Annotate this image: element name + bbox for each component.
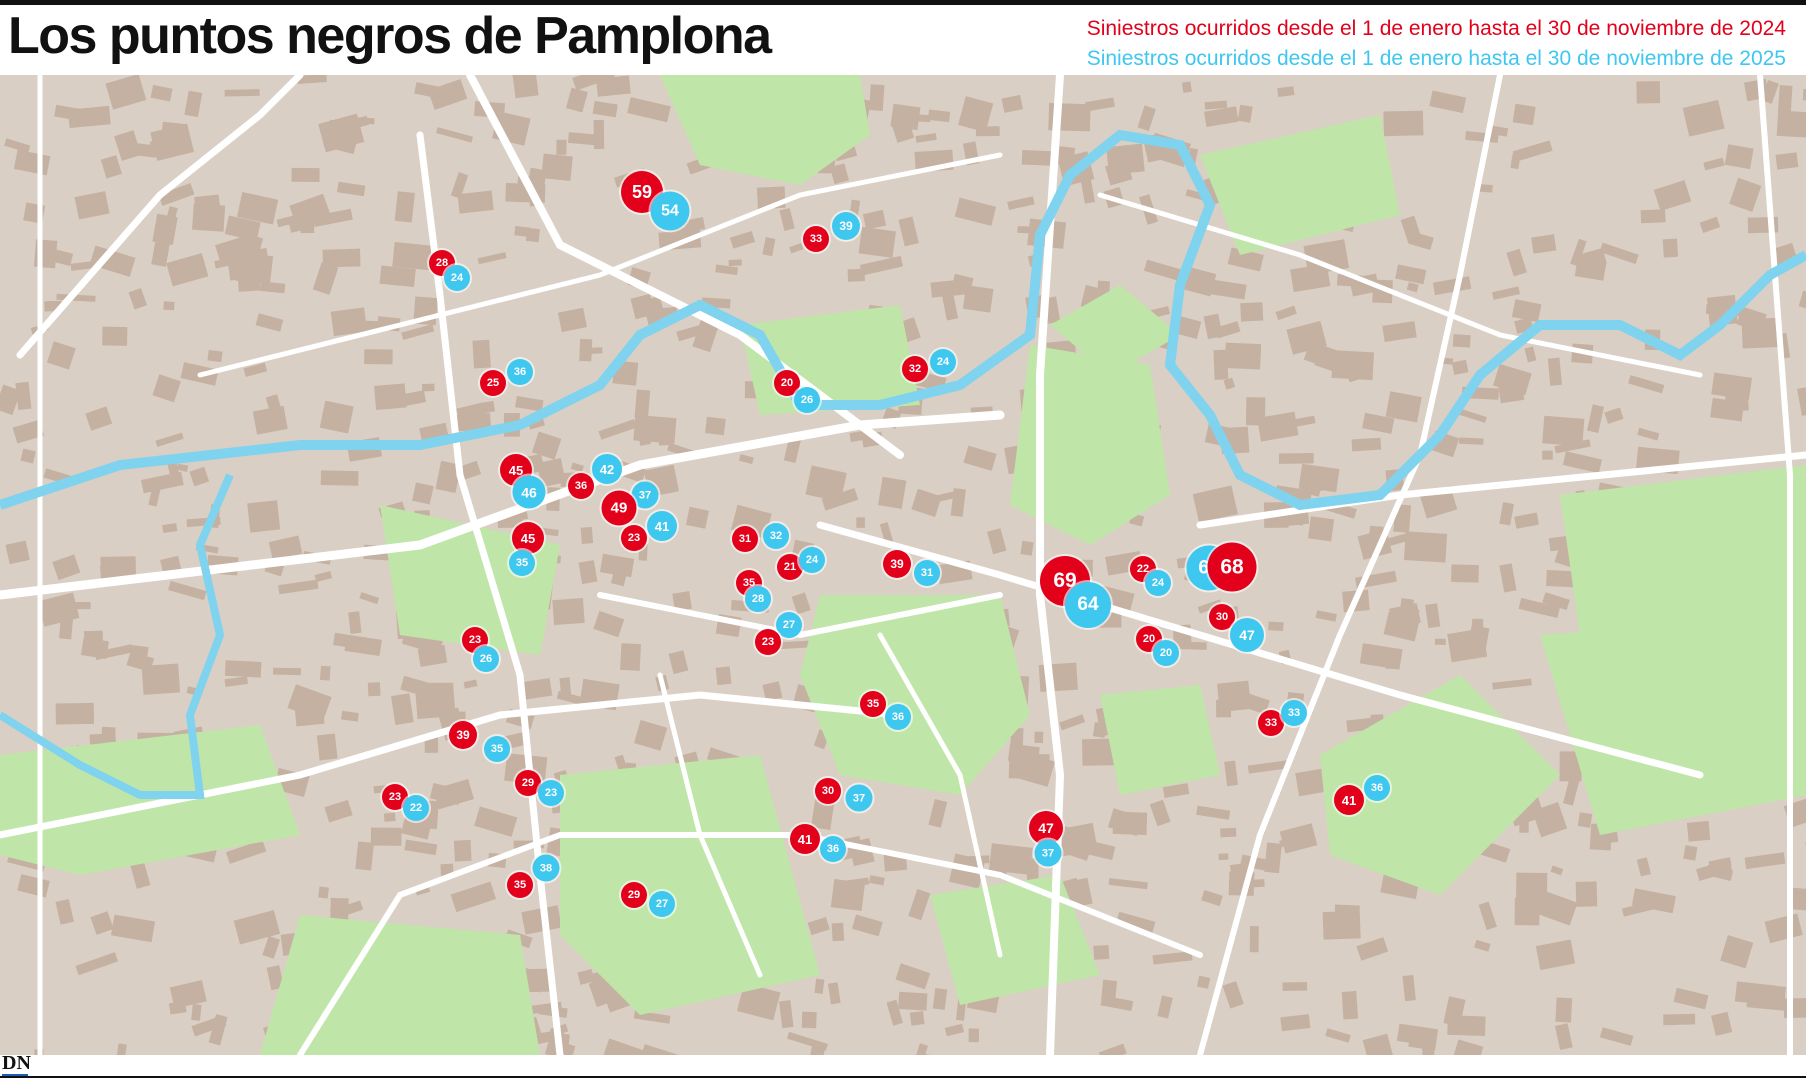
marker-2025[interactable]: 35	[509, 550, 535, 576]
marker-2025[interactable]: 32	[763, 523, 789, 549]
marker-2025[interactable]: 41	[647, 511, 677, 541]
legend: Siniestros ocurridos desde el 1 de enero…	[1087, 14, 1786, 74]
map-title: Los puntos negros de Pamplona	[8, 7, 772, 65]
marker-2025[interactable]: 24	[444, 265, 470, 291]
marker-2025[interactable]: 27	[649, 891, 675, 917]
marker-2024[interactable]: 36	[568, 473, 594, 499]
marker-2024[interactable]: 68	[1207, 542, 1257, 592]
marker-2025[interactable]: 42	[592, 454, 622, 484]
marker-2025[interactable]: 47	[1230, 618, 1264, 652]
marker-2025[interactable]: 46	[512, 475, 546, 509]
marker-2025[interactable]: 37	[845, 784, 873, 812]
marker-2024[interactable]: 33	[803, 226, 829, 252]
marker-2025[interactable]: 36	[1364, 775, 1390, 801]
marker-2025[interactable]: 37	[1034, 839, 1062, 867]
marker-2025[interactable]: 26	[473, 646, 499, 672]
marker-2024[interactable]: 25	[480, 370, 506, 396]
marker-2024[interactable]: 35	[507, 872, 533, 898]
marker-2025[interactable]: 27	[776, 612, 802, 638]
accident-markers: 59 54 33 39 28 24 25 36 20 26 32 24 45 4…	[0, 75, 1806, 1055]
marker-2024[interactable]: 32	[902, 356, 928, 382]
dn-logo: DN	[2, 1052, 31, 1074]
marker-2025[interactable]: 20	[1153, 640, 1179, 666]
marker-2024[interactable]: 23	[621, 525, 647, 551]
marker-2025[interactable]: 23	[538, 780, 564, 806]
marker-2025[interactable]: 31	[914, 560, 940, 586]
marker-2024[interactable]: 23	[755, 629, 781, 655]
top-rule	[0, 0, 1806, 5]
marker-2025[interactable]: 64	[1065, 582, 1111, 628]
marker-2025[interactable]: 26	[794, 387, 820, 413]
marker-2024[interactable]: 39	[449, 721, 477, 749]
footer-rule	[0, 1076, 1806, 1078]
marker-2024[interactable]: 35	[860, 691, 886, 717]
marker-2025[interactable]: 24	[930, 349, 956, 375]
marker-2025[interactable]: 28	[745, 586, 771, 612]
marker-2024[interactable]: 30	[815, 778, 841, 804]
marker-2025[interactable]: 39	[832, 212, 860, 240]
city-map[interactable]: 59 54 33 39 28 24 25 36 20 26 32 24 45 4…	[0, 75, 1806, 1055]
marker-2024[interactable]: 41	[1334, 785, 1364, 815]
marker-2025[interactable]: 36	[885, 704, 911, 730]
marker-2024[interactable]: 49	[601, 490, 637, 526]
marker-2024[interactable]: 39	[883, 550, 911, 578]
marker-2025[interactable]: 33	[1281, 700, 1307, 726]
legend-entry-2025: Siniestros ocurridos desde el 1 de enero…	[1086, 47, 1786, 70]
marker-2024[interactable]: 29	[621, 882, 647, 908]
marker-2025[interactable]: 36	[507, 359, 533, 385]
marker-2025[interactable]: 22	[403, 795, 429, 821]
marker-2024[interactable]: 45	[512, 522, 544, 554]
marker-2025[interactable]: 36	[820, 836, 846, 862]
marker-2024[interactable]: 31	[732, 526, 758, 552]
marker-2025[interactable]: 54	[650, 191, 690, 231]
legend-entry-2024: Siniestros ocurridos desde el 1 de enero…	[1086, 17, 1786, 40]
marker-2025[interactable]: 38	[532, 854, 560, 882]
marker-2024[interactable]: 41	[790, 824, 820, 854]
marker-2025[interactable]: 24	[1145, 570, 1171, 596]
marker-2025[interactable]: 35	[484, 736, 510, 762]
marker-2025[interactable]: 24	[799, 547, 825, 573]
